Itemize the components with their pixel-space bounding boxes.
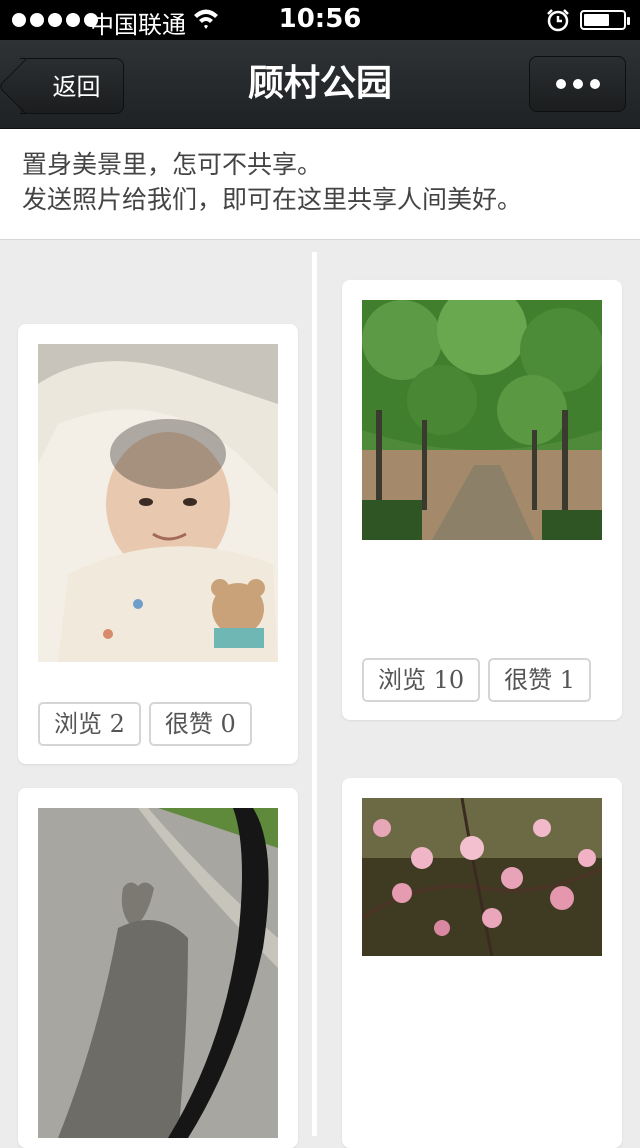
- intro-panel: 置身美景里，怎可不共享。 发送照片给我们，即可在这里共享人间美好。: [0, 129, 640, 240]
- views-button[interactable]: 浏览 2: [38, 702, 141, 746]
- photo-card[interactable]: [18, 788, 298, 1148]
- page-title: 顾村公园: [247, 63, 392, 104]
- photo-card[interactable]: 浏览 10 很赞 1: [342, 280, 622, 720]
- column-divider: [312, 252, 317, 1136]
- battery-icon: [580, 10, 630, 30]
- like-button[interactable]: 很赞 0: [148, 702, 252, 746]
- back-button[interactable]: 返回: [20, 58, 124, 114]
- park-path-photo[interactable]: [362, 300, 602, 540]
- more-options-button[interactable]: [529, 56, 626, 112]
- status-bar: 中国联通 10:56: [0, 0, 640, 40]
- blossom-photo[interactable]: [362, 798, 602, 956]
- photo-card[interactable]: 浏览 2 很赞 0: [18, 324, 298, 764]
- navigation-bar: 返回 顾村公园: [0, 40, 640, 129]
- back-button-label: 返回: [52, 73, 101, 101]
- more-dots-icon: [555, 79, 566, 89]
- baby-photo[interactable]: [38, 344, 278, 662]
- views-button[interactable]: 浏览 10: [362, 658, 481, 702]
- shadow-photo[interactable]: [38, 808, 278, 1138]
- intro-line-1: 置身美景里，怎可不共享。: [22, 150, 323, 179]
- alarm-icon: [547, 9, 569, 32]
- like-button[interactable]: 很赞 1: [488, 658, 592, 702]
- photo-card[interactable]: [342, 778, 622, 1148]
- clock: 10:56: [278, 4, 362, 34]
- intro-line-2: 发送照片给我们，即可在这里共享人间美好。: [22, 185, 523, 214]
